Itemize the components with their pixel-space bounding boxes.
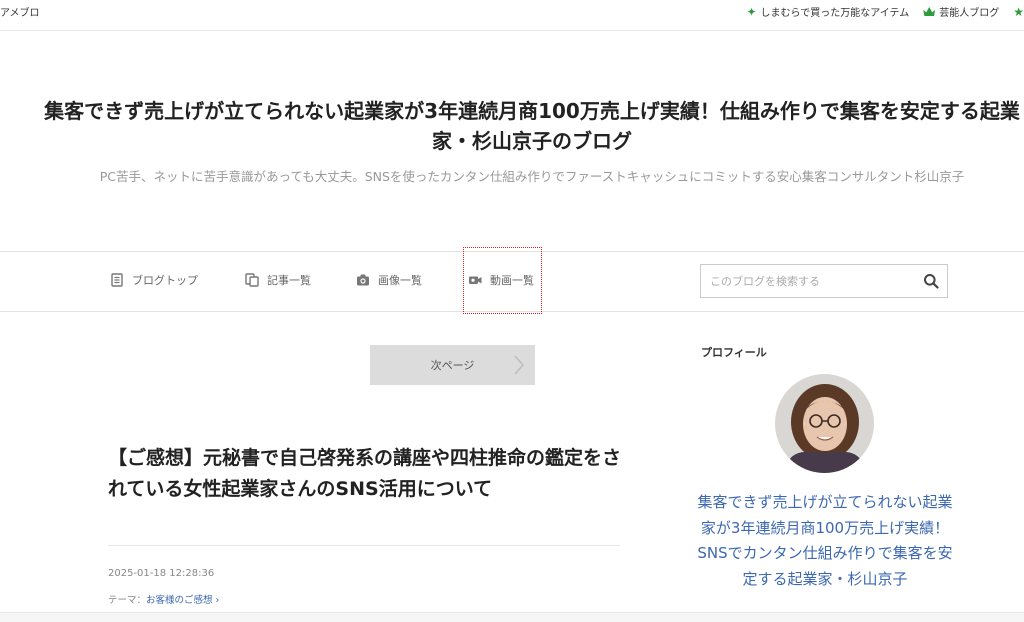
theme-prefix: テーマ：	[108, 595, 147, 606]
profile-photo	[775, 374, 874, 473]
article-date: 2025-01-18 12:28:36	[108, 568, 215, 579]
profile-heading: プロフィール	[701, 346, 767, 359]
search-input[interactable]	[701, 265, 901, 297]
camera-icon	[357, 274, 369, 286]
next-page-button[interactable]: 次ページ	[370, 345, 535, 385]
nav-article-list[interactable]: 記事一覧	[245, 272, 311, 288]
next-page-label: 次ページ	[430, 359, 475, 372]
sparkle-icon: ✦	[746, 4, 757, 19]
nav-blog-top[interactable]: ブログトップ	[110, 272, 198, 288]
blog-title[interactable]: 集客できず売上げが立てられない起業家が3年連続月商100万売上げ実績！仕組み作り…	[40, 96, 1024, 156]
divider	[0, 30, 1024, 31]
avatar[interactable]	[775, 374, 874, 473]
top-link-shimamura[interactable]: ✦ しまむらで買った万能なアイテム	[746, 4, 910, 20]
nav-label: 記事一覧	[267, 274, 311, 287]
divider	[108, 545, 620, 546]
blog-search	[700, 264, 948, 298]
top-link-celebrity-blog[interactable]: 芸能人ブログ	[923, 4, 999, 19]
top-links: ✦ しまむらで買った万能なアイテム 芸能人ブログ ★	[746, 4, 1024, 20]
theme-link[interactable]: お客様のご感想 ›	[146, 595, 219, 606]
document-icon	[111, 273, 123, 287]
profile-name-link[interactable]: 集客できず売上げが立てられない起業家が3年連続月商100万売上げ実績！SNSでカ…	[696, 490, 954, 592]
top-link-label: 芸能人ブログ	[939, 8, 1000, 19]
copy-icon	[245, 273, 259, 287]
star-icon: ★	[1013, 4, 1024, 19]
crown-icon	[923, 7, 936, 16]
article-theme: テーマ：お客様のご感想 ›	[108, 592, 219, 606]
nav-label: ブログトップ	[132, 274, 198, 287]
ameblo-brand-link[interactable]: アメブロ	[0, 4, 40, 19]
focus-outline	[463, 247, 542, 314]
bottom-bar	[0, 612, 1024, 622]
article-title[interactable]: 【ご感想】元秘書で自己啓発系の講座や四柱推命の鑑定をされている女性起業家さんのS…	[108, 443, 623, 505]
nav-image-list[interactable]: 画像一覧	[356, 272, 422, 288]
search-icon[interactable]	[923, 273, 939, 289]
top-bar: アメブロ ✦ しまむらで買った万能なアイテム 芸能人ブログ ★	[0, 0, 1024, 24]
blog-description: PC苦手、ネットに苦手意識があっても大丈夫。SNSを使ったカンタン仕組み作りでフ…	[99, 169, 965, 184]
chevron-right-icon	[514, 355, 524, 375]
top-link-star[interactable]: ★	[1013, 5, 1024, 19]
nav-label: 画像一覧	[378, 274, 422, 287]
top-link-label: しまむらで買った万能なアイテム	[760, 8, 910, 19]
